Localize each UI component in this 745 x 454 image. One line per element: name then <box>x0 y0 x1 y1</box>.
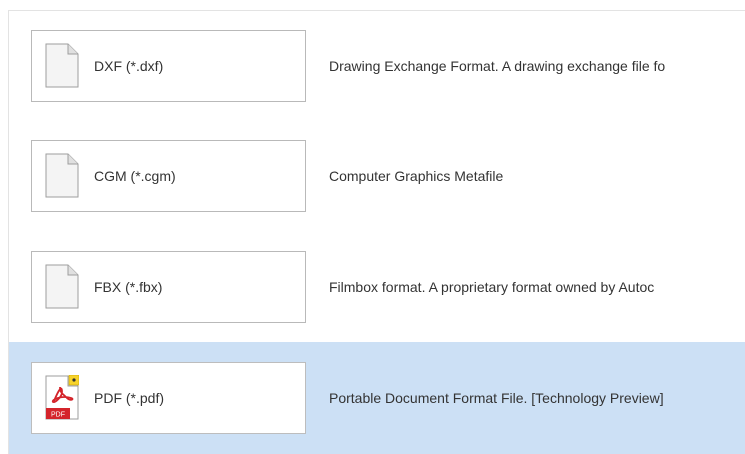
format-row-fbx[interactable]: FBX (*.fbx) Filmbox format. A proprietar… <box>9 231 745 323</box>
fbx-format-button[interactable]: FBX (*.fbx) <box>31 251 306 323</box>
pdf-icon-text: PDF <box>51 412 65 419</box>
pdf-format-button[interactable]: PDF PDF (*.pdf) <box>31 362 306 434</box>
format-row-pdf[interactable]: PDF PDF (*.pdf) Portable Document Format… <box>9 342 745 454</box>
cgm-format-button[interactable]: CGM (*.cgm) <box>31 140 306 212</box>
format-description: Drawing Exchange Format. A drawing excha… <box>329 58 666 74</box>
format-label: FBX (*.fbx) <box>94 279 163 295</box>
format-label: CGM (*.cgm) <box>94 168 176 184</box>
pdf-icon: PDF <box>45 375 79 420</box>
format-label: DXF (*.dxf) <box>94 58 164 74</box>
dxf-format-button[interactable]: DXF (*.dxf) <box>31 30 306 102</box>
format-description: Portable Document Format File. [Technolo… <box>329 390 664 406</box>
format-description: Filmbox format. A proprietary format own… <box>329 279 655 295</box>
format-row-dxf[interactable]: DXF (*.dxf) Drawing Exchange Format. A d… <box>9 10 745 102</box>
file-icon <box>45 153 79 198</box>
format-row-cgm[interactable]: CGM (*.cgm) Computer Graphics Metafile <box>9 120 745 212</box>
format-label: PDF (*.pdf) <box>94 390 165 406</box>
file-icon <box>45 264 79 309</box>
format-description: Computer Graphics Metafile <box>329 168 504 184</box>
file-icon <box>45 43 79 88</box>
